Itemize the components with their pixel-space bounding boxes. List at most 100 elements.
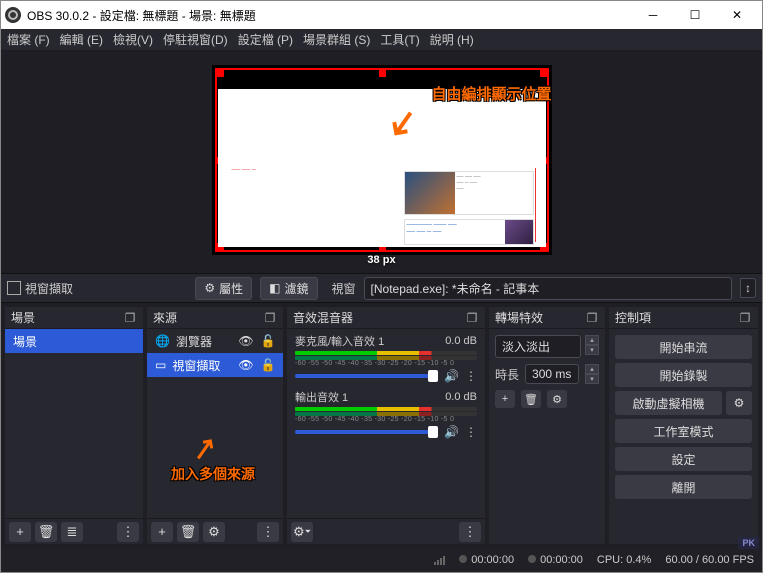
mixer-title: 音效混音器	[293, 309, 353, 326]
menu-scenecollection[interactable]: 場景群組 (S)	[303, 31, 370, 48]
window-title: OBS 30.0.2 - 設定檔: 無標題 - 場景: 無標題	[27, 7, 632, 24]
mixer-advanced-button[interactable]: ⚙⏷	[291, 522, 313, 542]
trash-icon: 🗑	[180, 524, 197, 540]
popout-icon[interactable]: ❐	[738, 311, 752, 325]
speaker-icon[interactable]: 🔊	[444, 369, 459, 383]
duration-input[interactable]: 300 ms	[525, 364, 579, 384]
captured-text: ── ── ─	[232, 167, 257, 173]
delete-scene-button[interactable]: 🗑	[35, 522, 57, 542]
virtualcam-settings-button[interactable]: ⚙	[726, 391, 752, 415]
exit-button[interactable]: 離開	[615, 475, 752, 499]
start-virtualcam-button[interactable]: 啟動虛擬相機	[615, 391, 722, 415]
add-scene-button[interactable]: +	[9, 522, 31, 542]
annotation-sources: 加入多個來源	[171, 464, 255, 484]
captured-divider	[535, 168, 536, 242]
sources-title: 來源	[153, 309, 177, 326]
volume-slider[interactable]	[295, 374, 438, 378]
meter-ticks: -60 -55 -50 -45 -40 -35 -30 -25 -20 -15 …	[295, 360, 477, 367]
menu-profile[interactable]: 設定檔 (P)	[238, 31, 293, 48]
menu-dock[interactable]: 停駐視窗(D)	[163, 31, 228, 48]
transition-select[interactable]: 淡入淡出	[495, 335, 581, 358]
speaker-icon[interactable]: 🔊	[444, 425, 459, 439]
mixer-channel-mic: 麥克風/輸入音效 1 0.0 dB -60 -55 -50 -45 -40 -35…	[287, 329, 485, 385]
resize-handle-tl[interactable]	[217, 70, 224, 77]
lock-toggle[interactable]: 🔓	[261, 334, 275, 348]
close-button[interactable]: ✕	[716, 1, 758, 29]
menu-edit[interactable]: 編輯 (E)	[60, 31, 103, 48]
menu-tools[interactable]: 工具(T)	[380, 31, 419, 48]
maximize-button[interactable]: ☐	[674, 1, 716, 29]
px-label: 38 px	[367, 254, 395, 266]
preview-area[interactable]: 38 px ── ── ─ ── ── ──── ─ ──── ────── ─…	[1, 51, 762, 273]
popout-icon[interactable]: ❐	[585, 311, 599, 325]
menu-bar: 檔案 (F) 編輯 (E) 檢視(V) 停駐視窗(D) 設定檔 (P) 場景群組…	[1, 29, 762, 51]
popout-icon[interactable]: ❐	[123, 311, 137, 325]
visibility-toggle[interactable]: 👁	[237, 358, 255, 372]
vu-meter	[295, 407, 477, 411]
lock-toggle[interactable]: 🔓	[261, 358, 275, 372]
annotation-arrow-icon	[191, 432, 226, 467]
delete-source-button[interactable]: 🗑	[177, 522, 199, 542]
mixer-more-button[interactable]: ⋮	[459, 522, 481, 542]
popout-icon[interactable]: ❐	[465, 311, 479, 325]
source-properties-button[interactable]: ⚙	[203, 522, 225, 542]
watermark: PK	[738, 537, 759, 549]
scenes-title: 場景	[11, 309, 35, 326]
resize-handle-tm[interactable]	[379, 70, 386, 77]
window-select[interactable]: [Notepad.exe]: *未命名 - 記事本	[364, 277, 732, 300]
source-label: 視窗擷取	[172, 357, 231, 374]
source-item-browser[interactable]: 🌐 瀏覽器 👁 🔓	[147, 329, 283, 353]
docks-row: 場景 ❐ 場景 + 🗑 ≣ ⋮ 來源 ❐ 🌐 瀏覽器 👁 🔓	[1, 303, 762, 548]
filter-icon: ◧	[269, 281, 280, 295]
sources-dock: 來源 ❐ 🌐 瀏覽器 👁 🔓 ▭ 視窗擷取 👁 🔓 加入多個來源 +	[147, 307, 283, 544]
window-select-caret-icon[interactable]: ↕	[740, 278, 756, 298]
menu-help[interactable]: 說明 (H)	[430, 31, 474, 48]
resize-handle-tr[interactable]	[540, 70, 547, 77]
captured-thumb-2: ────── ─── ──── ── ─ ──	[404, 219, 534, 245]
menu-file[interactable]: 檔案 (F)	[7, 31, 50, 48]
delete-transition-button[interactable]: 🗑	[521, 390, 541, 408]
window-icon: ▭	[155, 358, 166, 372]
annotation-preview: 自由編排顯示位置	[431, 83, 551, 104]
transition-properties-button[interactable]: ⚙	[547, 390, 567, 408]
filters-button[interactable]: ◧濾鏡	[260, 277, 317, 300]
channel-db: 0.0 dB	[445, 391, 477, 403]
status-bar: 00:00:00 00:00:00 CPU: 0.4% 60.00 / 60.0…	[1, 548, 762, 572]
titlebar[interactable]: OBS 30.0.2 - 設定檔: 無標題 - 場景: 無標題 ─ ☐ ✕	[1, 1, 762, 29]
source-more-button[interactable]: ⋮	[257, 522, 279, 542]
settings-button[interactable]: 設定	[615, 447, 752, 471]
scene-filter-button[interactable]: ≣	[61, 522, 83, 542]
scene-item[interactable]: 場景	[5, 329, 143, 353]
transitions-title: 轉場特效	[495, 309, 543, 326]
studio-mode-button[interactable]: 工作室模式	[615, 419, 752, 443]
duration-spin[interactable]: ▴▾	[585, 364, 599, 384]
volume-slider[interactable]	[295, 430, 438, 434]
window-icon	[7, 281, 21, 295]
channel-name: 麥克風/輸入音效 1	[295, 333, 384, 349]
add-transition-button[interactable]: +	[495, 390, 515, 408]
start-streaming-button[interactable]: 開始串流	[615, 335, 752, 359]
menu-view[interactable]: 檢視(V)	[113, 31, 153, 48]
start-recording-button[interactable]: 開始錄製	[615, 363, 752, 387]
vu-meter	[295, 351, 477, 355]
meter-ticks: -60 -55 -50 -45 -40 -35 -30 -25 -20 -15 …	[295, 416, 477, 423]
channel-more-button[interactable]: ⋮	[465, 369, 477, 383]
cpu-usage: CPU: 0.4%	[597, 554, 651, 566]
selected-source-name: 視窗擷取	[25, 280, 73, 297]
minimize-button[interactable]: ─	[632, 1, 674, 29]
mixer-channel-desktop: 輸出音效 10.0 dB -60 -55 -50 -45 -40 -35 -30…	[287, 385, 485, 441]
source-item-window-capture[interactable]: ▭ 視窗擷取 👁 🔓	[147, 353, 283, 377]
source-label: 瀏覽器	[176, 333, 231, 350]
popout-icon[interactable]: ❐	[263, 311, 277, 325]
preview-canvas[interactable]: 38 px ── ── ─ ── ── ──── ─ ──── ────── ─…	[212, 65, 552, 255]
visibility-toggle[interactable]: 👁	[237, 334, 255, 348]
channel-db: 0.0 dB	[445, 335, 477, 347]
channel-more-button[interactable]: ⋮	[465, 425, 477, 439]
transition-select-spin[interactable]: ▴▾	[585, 335, 599, 358]
scene-more-button[interactable]: ⋮	[117, 522, 139, 542]
properties-button[interactable]: ⚙屬性	[195, 277, 252, 300]
add-source-button[interactable]: +	[151, 522, 173, 542]
controls-title: 控制項	[615, 309, 651, 326]
source-toolbar: 視窗擷取 ⚙屬性 ◧濾鏡 視窗 [Notepad.exe]: *未命名 - 記事…	[1, 273, 762, 303]
rec-dot-icon	[528, 555, 536, 563]
